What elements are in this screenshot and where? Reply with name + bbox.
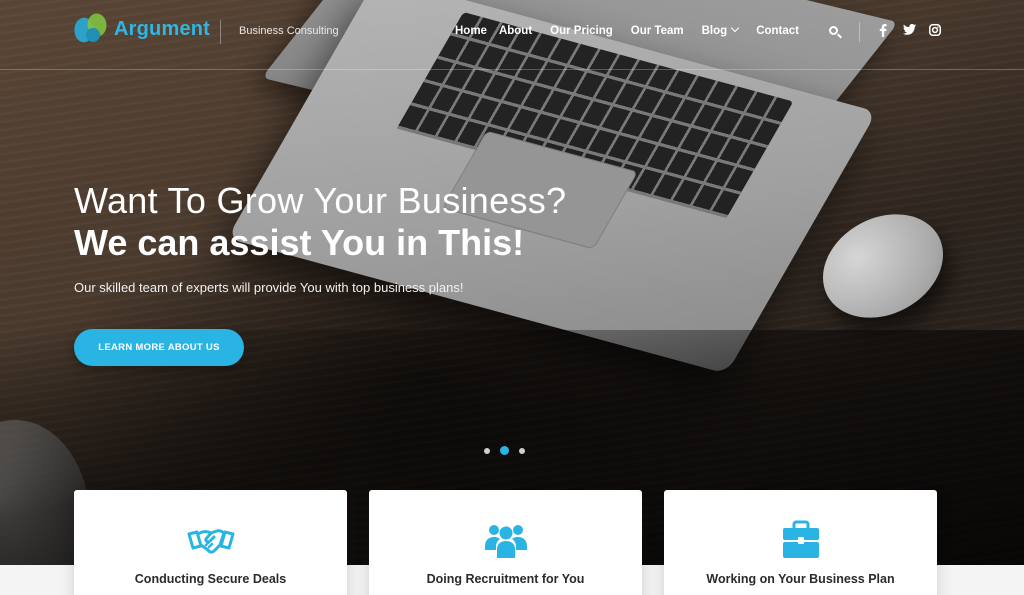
facebook-icon[interactable] [877,24,889,38]
slider-dot-1[interactable] [484,447,490,454]
hero-subtitle: Our skilled team of experts will provide… [74,280,464,295]
nav-blog[interactable]: Blog [701,23,740,37]
slider-dot-3[interactable] [519,447,525,454]
feature-title: Doing Recruitment for You [426,572,585,586]
nav-separator [859,22,860,42]
briefcase-icon [782,520,819,558]
slider-dots [484,446,525,455]
nav-contact[interactable]: Contact [756,25,799,37]
feature-card[interactable]: Working on Your Business Plan [664,490,937,595]
brand-tagline: Business Consulting [239,25,339,37]
nav-home[interactable]: Home [455,25,487,37]
social-links [877,24,941,38]
logo-text: Argument [114,17,211,40]
logo-icon [70,10,111,45]
feature-card[interactable]: Conducting Secure Deals [74,490,347,595]
nav-our-team[interactable]: Our Team [631,25,684,37]
team-icon [484,525,527,558]
learn-more-button[interactable]: LEARN MORE ABOUT US [74,329,244,366]
main-nav: Home About Our Pricing Our Team Blog Con… [455,23,817,37]
nav-about[interactable]: About [499,25,532,37]
twitter-icon[interactable] [903,24,916,38]
hero-title-line2: We can assist You in This! [74,222,525,263]
site-header: Argument Business Consulting Home About … [0,0,1024,70]
instagram-icon[interactable] [929,24,941,38]
nav-our-pricing[interactable]: Our Pricing [550,25,613,37]
header-divider [220,20,221,44]
slider-dot-2[interactable] [500,446,509,455]
chevron-down-icon [730,23,740,33]
logo[interactable]: Argument [70,10,211,45]
feature-title: Working on Your Business Plan [706,572,895,586]
feature-title: Conducting Secure Deals [134,572,287,586]
search-icon[interactable] [829,26,842,39]
nav-blog-label: Blog [701,25,728,37]
handshake-icon [187,529,234,554]
feature-card[interactable]: Doing Recruitment for You [369,490,642,595]
hero-title-line1: Want To Grow Your Business? [74,180,567,221]
